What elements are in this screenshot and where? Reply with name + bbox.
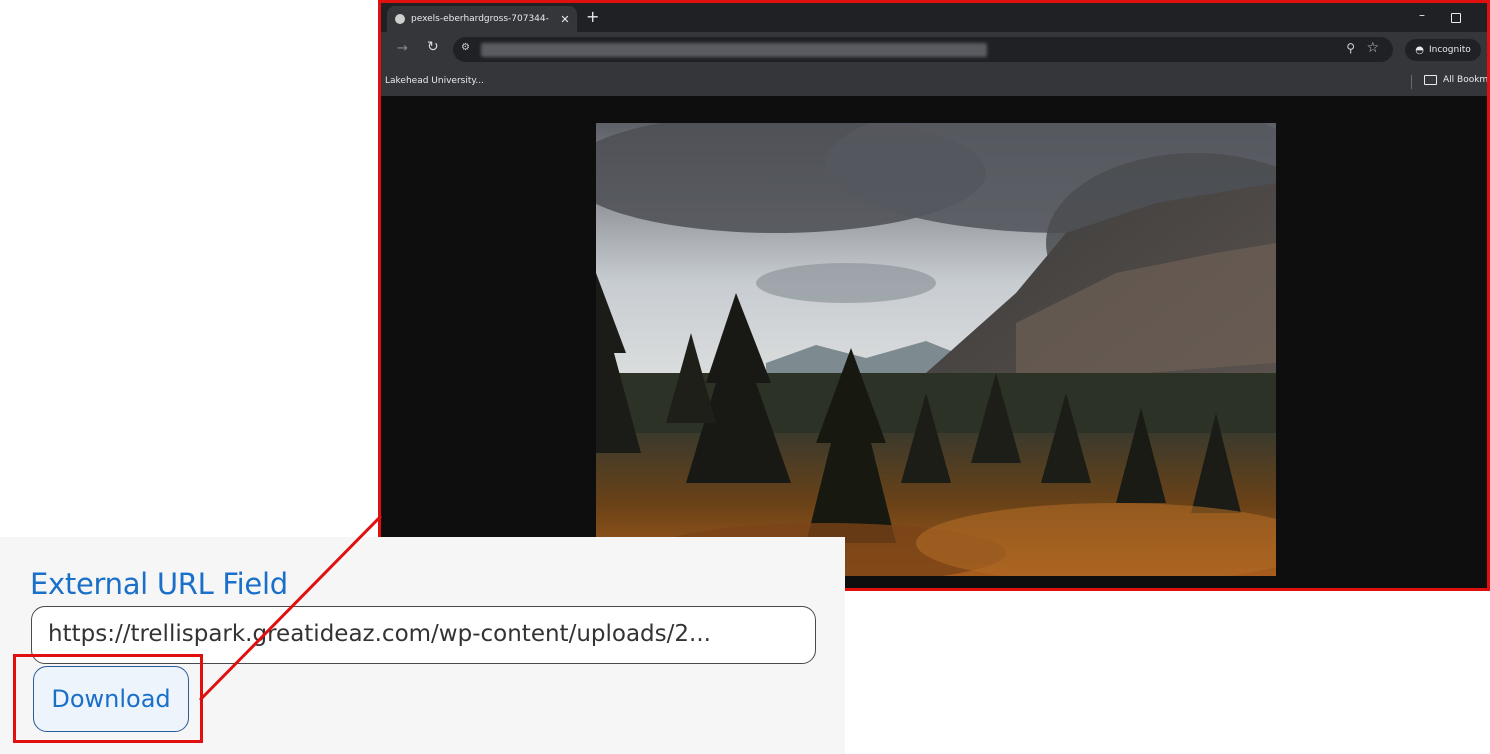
tab-close-icon[interactable]: ✕ bbox=[557, 13, 573, 26]
favicon-icon bbox=[395, 14, 405, 24]
address-bar[interactable]: ⚙ ⚲ ☆ bbox=[453, 37, 1393, 62]
browser-tab[interactable]: pexels-eberhardgross-707344- ✕ bbox=[387, 6, 577, 32]
download-highlight-box bbox=[13, 654, 203, 743]
reload-icon[interactable]: ↻ bbox=[427, 39, 439, 55]
tab-title: pexels-eberhardgross-707344- bbox=[411, 14, 549, 24]
site-info-icon[interactable]: ⚙ bbox=[461, 42, 470, 53]
minimize-window-button[interactable]: – bbox=[1419, 8, 1425, 22]
blurred-url bbox=[481, 43, 987, 57]
incognito-label: Incognito bbox=[1428, 45, 1471, 55]
bookmarks-bar: Lakehead University... All Bookm bbox=[381, 68, 1487, 96]
browser-toolbar: → ↻ ⚙ ⚲ ☆ ◓ Incognito bbox=[381, 32, 1487, 68]
incognito-badge[interactable]: ◓ Incognito bbox=[1405, 39, 1481, 61]
bookmark-lakehead[interactable]: Lakehead University... bbox=[385, 76, 484, 86]
maximize-window-button[interactable] bbox=[1451, 13, 1461, 23]
folder-icon bbox=[1424, 75, 1437, 85]
all-bookmarks-label: All Bookm bbox=[1443, 75, 1489, 85]
image-viewer bbox=[381, 96, 1487, 588]
forward-arrow-icon[interactable]: → bbox=[397, 41, 408, 56]
zoom-icon[interactable]: ⚲ bbox=[1346, 41, 1355, 55]
bookmark-star-icon[interactable]: ☆ bbox=[1366, 40, 1379, 56]
all-bookmarks-button[interactable]: All Bookm bbox=[1424, 75, 1489, 85]
new-tab-button[interactable]: + bbox=[586, 7, 599, 26]
external-url-field-label: External URL Field bbox=[30, 567, 288, 601]
browser-screenshot: pexels-eberhardgross-707344- ✕ + – → ↻ ⚙… bbox=[378, 0, 1490, 591]
landscape-photo bbox=[596, 123, 1276, 576]
tab-strip: pexels-eberhardgross-707344- ✕ + – bbox=[381, 3, 1487, 32]
incognito-icon: ◓ bbox=[1415, 44, 1424, 56]
bookmarks-divider bbox=[1411, 75, 1412, 89]
